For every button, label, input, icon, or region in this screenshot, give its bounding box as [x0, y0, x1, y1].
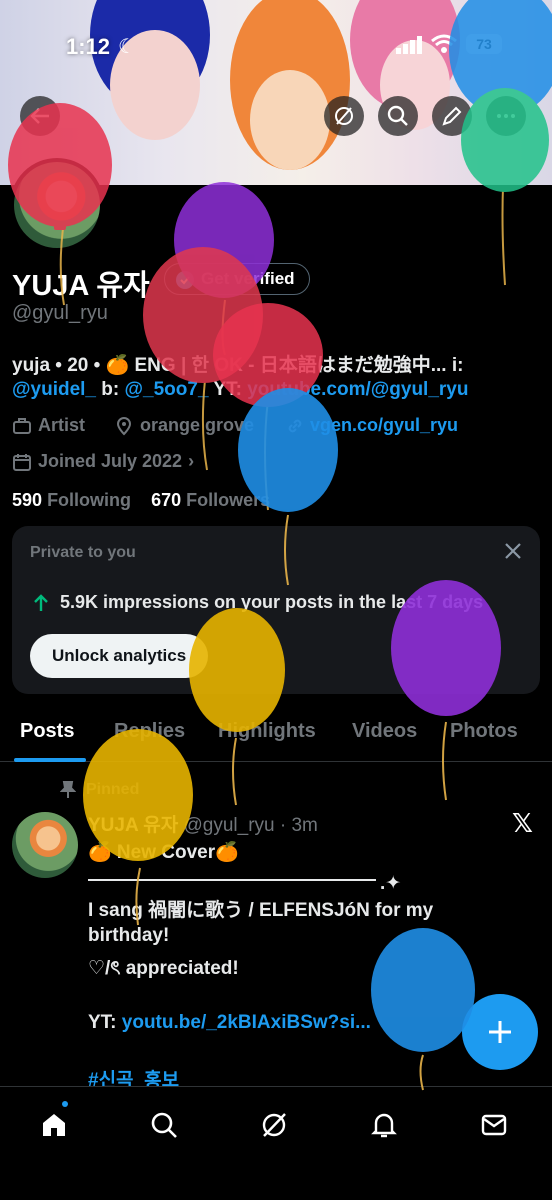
status-bar: 1:12 ☾ 73 — [0, 30, 552, 60]
search-icon — [387, 105, 408, 126]
tab-replies[interactable]: Replies — [114, 720, 185, 743]
profile-website[interactable]: vgen.co/gyul_ryu — [286, 415, 458, 436]
status-time: 1:12 — [66, 34, 111, 59]
post-header: YUJA 유자 @gyul_ryu · 3m — [88, 810, 318, 837]
x-logo-icon: 𝕏 — [512, 808, 533, 838]
nav-home[interactable] — [30, 1101, 78, 1149]
profile-location: orange grove — [114, 415, 254, 436]
profile-category: Artist — [12, 415, 85, 436]
get-verified-label: Get verified — [201, 269, 295, 288]
card-title: Private to you — [30, 544, 136, 561]
private-analytics-card: Private to you 5.9K impressions on your … — [12, 526, 540, 694]
profile-handle: @gyul_ryu — [12, 302, 108, 324]
verified-badge-icon — [176, 271, 194, 289]
compose-button[interactable] — [462, 994, 538, 1070]
messages-icon — [481, 1114, 507, 1136]
location-label: orange grove — [140, 415, 255, 435]
post-handle-time: @gyul_ryu · 3m — [183, 815, 318, 836]
tab-photos[interactable]: Photos — [450, 720, 518, 743]
sparkle-icon: .✦ — [380, 873, 402, 894]
tab-videos[interactable]: Videos — [352, 720, 417, 743]
signal-icon — [396, 36, 422, 54]
bio-youtube-link[interactable]: youtube.com/@gyul_ryu — [247, 379, 468, 400]
nav-messages[interactable] — [470, 1101, 518, 1149]
grok-icon — [335, 107, 353, 125]
unread-dot — [62, 1101, 68, 1107]
followers-label: Followers — [186, 490, 271, 510]
bio-text: b: — [96, 379, 125, 400]
nav-search[interactable] — [140, 1101, 188, 1149]
yt-label: YT: — [88, 1012, 122, 1033]
post-line-1: 🍊 New Cover🍊 — [88, 842, 239, 863]
follow-counts: 590 Following 670 Followers — [12, 490, 270, 511]
category-label: Artist — [38, 415, 86, 435]
profile-avatar[interactable] — [10, 158, 104, 252]
pin-icon — [60, 781, 76, 798]
nav-grok[interactable] — [250, 1101, 298, 1149]
back-arrow-icon — [30, 108, 49, 124]
post-youtube-link[interactable]: youtu.be/_2kBIAxiBSw?si... — [122, 1012, 371, 1033]
get-verified-button[interactable]: Get verified — [164, 263, 310, 295]
impressions-summary: 5.9K impressions on your posts in the la… — [32, 592, 483, 613]
close-icon[interactable] — [502, 540, 524, 562]
balloon — [371, 928, 475, 1091]
grok-icon — [262, 1113, 286, 1137]
text-divider — [88, 879, 376, 881]
following-link[interactable]: 590 Following — [12, 490, 131, 510]
edit-button[interactable] — [432, 96, 472, 136]
link-icon — [288, 419, 302, 432]
followers-link[interactable]: 670 Followers — [151, 490, 270, 510]
pinned-text: Pinned — [86, 781, 140, 798]
bottom-nav — [0, 1086, 552, 1200]
briefcase-icon — [13, 417, 31, 434]
nav-notifications[interactable] — [360, 1101, 408, 1149]
arrow-up-icon — [34, 593, 48, 611]
joined-label: Joined July 2022 — [38, 451, 183, 471]
unlock-analytics-button[interactable]: Unlock analytics — [30, 634, 209, 678]
calendar-icon — [13, 453, 31, 471]
tab-highlights[interactable]: Highlights — [218, 720, 316, 743]
location-pin-icon — [116, 416, 132, 435]
post-line-5: YT: youtu.be/_2kBIAxiBSw?si... — [88, 1012, 371, 1034]
post-line-2: I sang 禍闇に歌う / ELFENSJóN for my — [88, 900, 434, 921]
followers-count: 670 — [151, 490, 182, 510]
edit-icon — [442, 106, 462, 126]
back-button[interactable] — [20, 96, 60, 136]
impressions-text: 5.9K impressions on your posts in the la… — [60, 592, 484, 612]
bio-text: YT: — [208, 379, 248, 400]
more-button[interactable] — [486, 96, 526, 136]
home-icon — [43, 1114, 65, 1136]
profile-tabs: Posts Replies Highlights Videos Photos — [0, 712, 552, 762]
profile-banner[interactable] — [0, 0, 552, 185]
active-tab-indicator — [14, 758, 86, 762]
notifications-icon — [371, 1113, 397, 1138]
post-line-4: ♡/ৎ appreciated! — [88, 958, 239, 979]
bio-mention-icon-artist[interactable]: @yuidel_ — [12, 379, 96, 400]
search-icon — [151, 1112, 177, 1138]
profile-name: YUJA 유자 — [12, 270, 150, 302]
profile-joined: Joined July 2022 › — [12, 451, 194, 472]
wifi-icon — [431, 34, 457, 53]
following-label: Following — [47, 490, 132, 510]
post-author-name[interactable]: YUJA 유자 — [88, 815, 178, 836]
post-line-3: birthday! — [88, 925, 170, 946]
tab-posts[interactable]: Posts — [20, 720, 74, 743]
website-label[interactable]: vgen.co/gyul_ryu — [310, 415, 458, 436]
bio-line-2: @yuidel_ b: @_5oo7_ YT: youtube.com/@gyu… — [12, 379, 468, 401]
following-count: 590 — [12, 490, 43, 510]
more-icon — [497, 114, 515, 118]
post-avatar[interactable] — [12, 812, 78, 878]
bio-mention-banner-artist[interactable]: @_5oo7_ — [125, 379, 209, 400]
chevron-right-icon[interactable]: › — [188, 451, 194, 472]
bio-line-1: yuja • 20 • 🍊 ENG | 한 OK - 日本語はまだ勉強中... … — [12, 355, 464, 376]
moon-icon: ☾ — [118, 36, 136, 58]
plus-icon — [489, 1021, 511, 1043]
balloon — [213, 303, 323, 511]
search-button[interactable] — [378, 96, 418, 136]
pinned-label: Pinned — [60, 781, 139, 799]
battery-indicator: 73 — [466, 34, 502, 54]
grok-button[interactable] — [324, 96, 364, 136]
